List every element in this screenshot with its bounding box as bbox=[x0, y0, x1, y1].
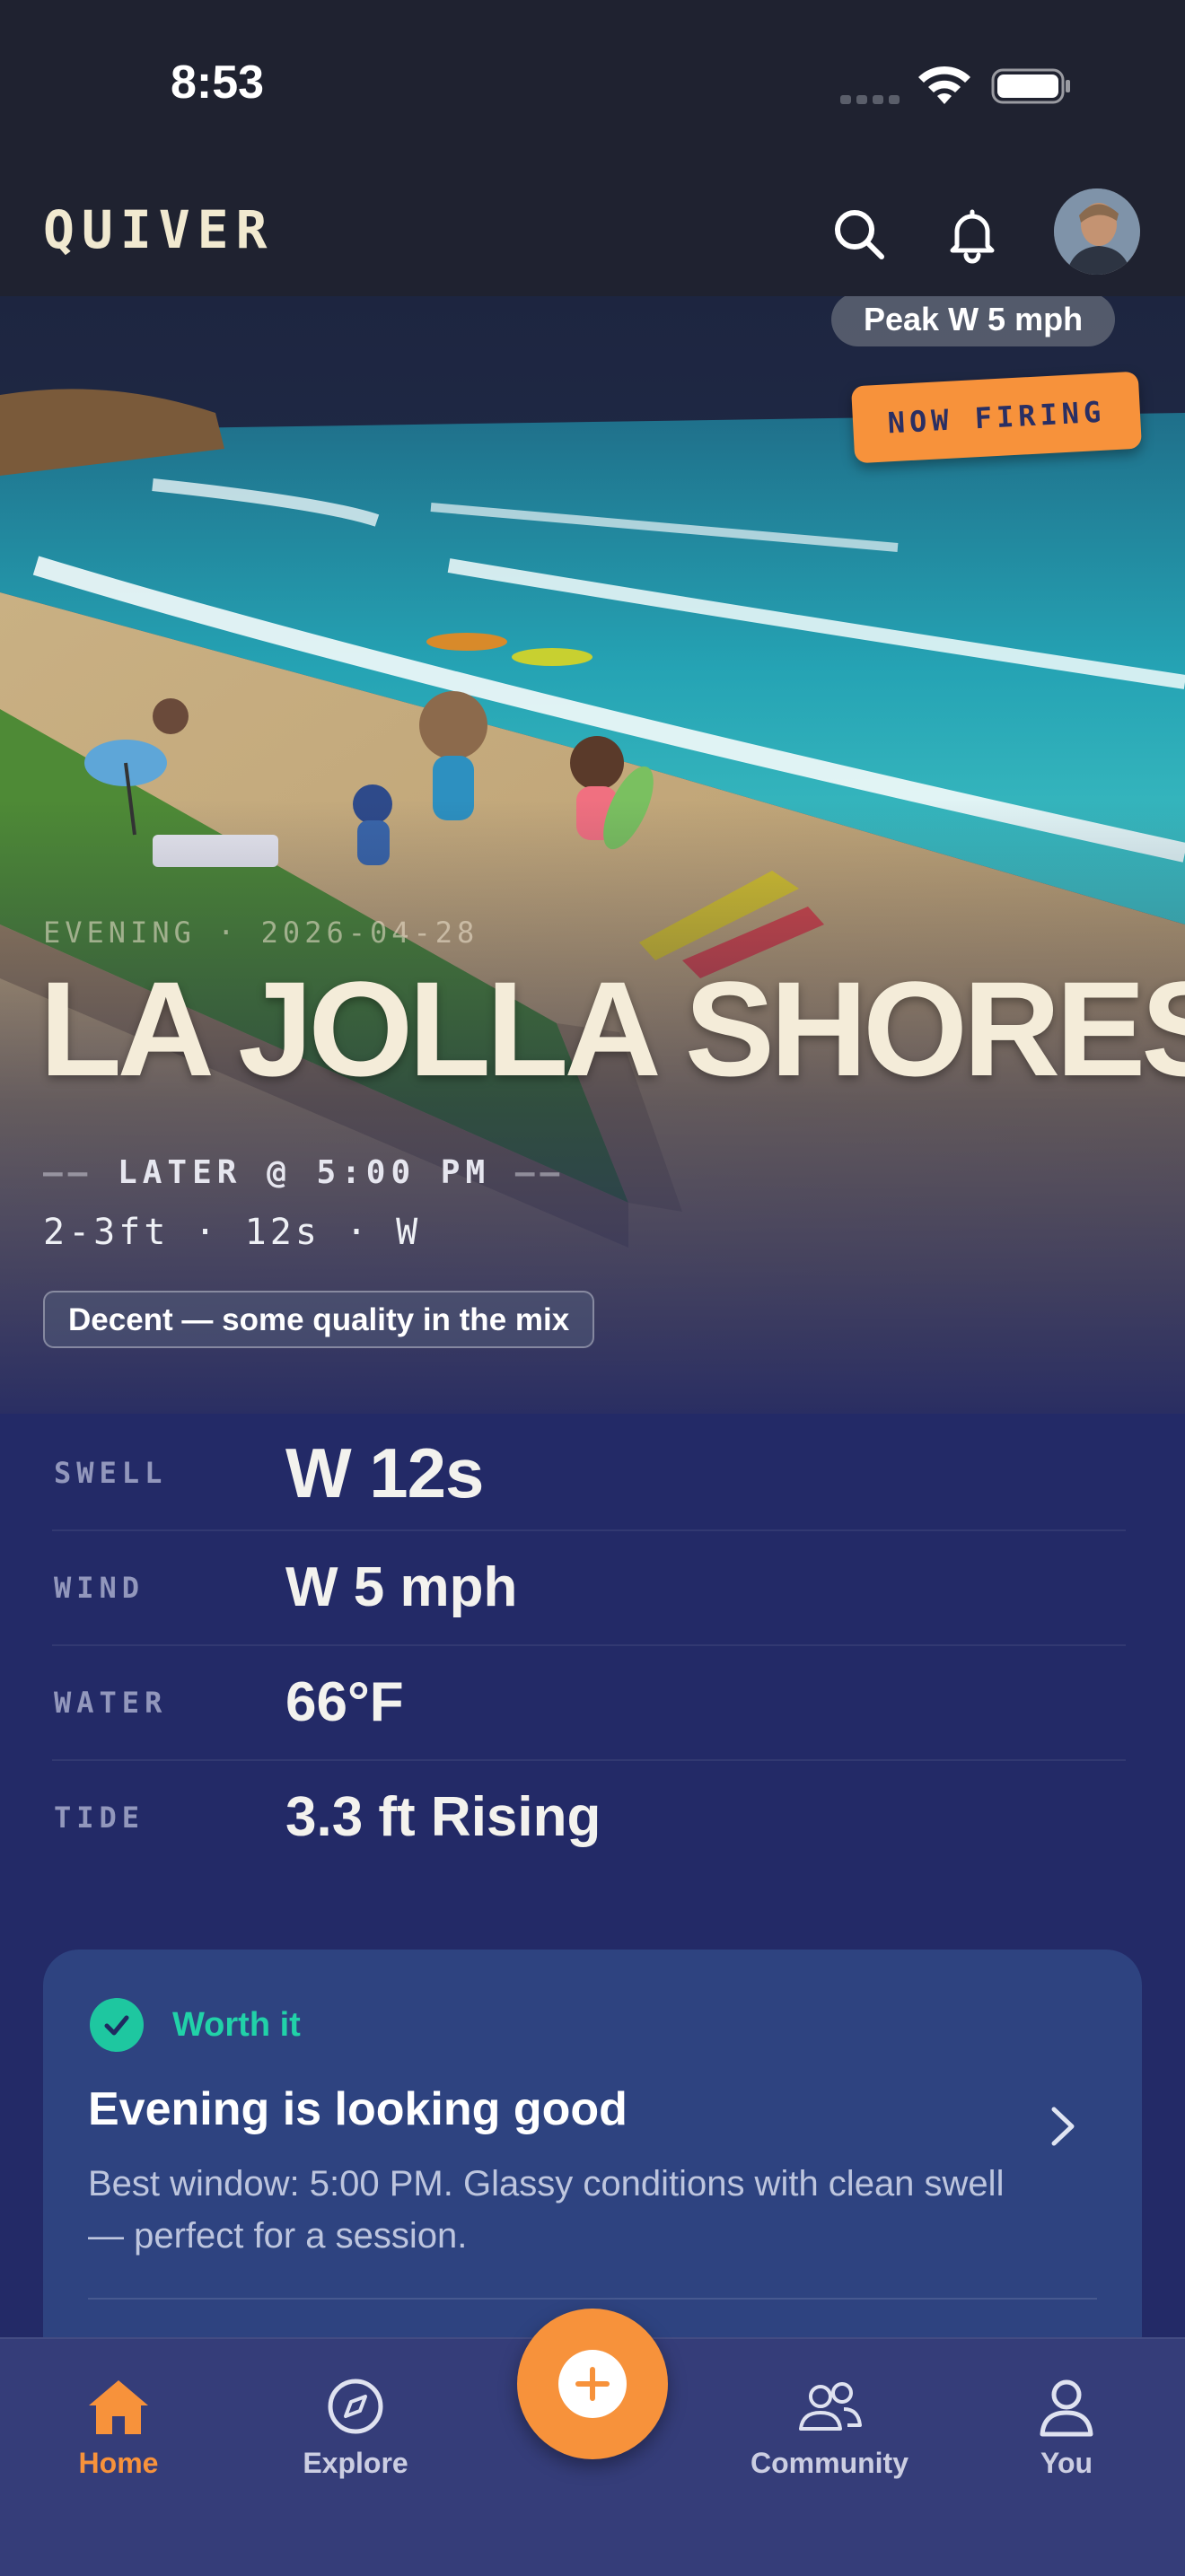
avatar[interactable] bbox=[1054, 188, 1140, 275]
condition-row-wind: WIND W 5 mph bbox=[52, 1531, 1126, 1646]
bell-icon[interactable] bbox=[941, 203, 1004, 266]
condition-label: WIND bbox=[54, 1571, 145, 1605]
tab-home[interactable]: Home bbox=[29, 2375, 208, 2480]
surf-summary: 2-3ft · 12s · W bbox=[43, 1212, 422, 1253]
condition-value: W 5 mph bbox=[285, 1556, 518, 1618]
later-time: LATER @ 5:00 PM bbox=[118, 1154, 491, 1191]
tab-label: Explore bbox=[303, 2447, 408, 2479]
peak-wind-chip: Peak W 5 mph bbox=[831, 296, 1116, 346]
compass-icon bbox=[328, 2379, 383, 2434]
condition-label: TIDE bbox=[54, 1801, 145, 1835]
status-bar: 8:53 bbox=[0, 0, 1185, 171]
home-icon bbox=[89, 2380, 148, 2434]
card-divider bbox=[88, 2298, 1097, 2300]
verdict-label: Worth it bbox=[172, 2005, 301, 2044]
tab-label: Home bbox=[78, 2447, 159, 2479]
battery-icon bbox=[991, 68, 1070, 104]
person-icon bbox=[1040, 2379, 1093, 2437]
verdict-row: Worth it bbox=[90, 1998, 301, 2052]
spot-hero[interactable]: Peak W 5 mph NOW FIRING EVENING · 2026-0… bbox=[0, 296, 1185, 1414]
later-prefix-dash: —— bbox=[43, 1154, 93, 1191]
cellular-signal-icon bbox=[840, 95, 900, 104]
tab-explore[interactable]: Explore bbox=[266, 2375, 445, 2480]
brand-logo: QUIVER bbox=[43, 199, 275, 260]
condition-value: W 12s bbox=[285, 1433, 484, 1512]
conditions-list: SWELL W 12s WIND W 5 mph WATER 66°F TIDE… bbox=[52, 1416, 1126, 1874]
condition-value: 3.3 ft Rising bbox=[285, 1786, 601, 1848]
tab-community[interactable]: Community bbox=[740, 2375, 919, 2480]
wifi-icon bbox=[918, 66, 970, 104]
later-suffix-dash: —— bbox=[514, 1154, 566, 1191]
condition-label: SWELL bbox=[54, 1456, 168, 1490]
condition-row-swell: SWELL W 12s bbox=[52, 1416, 1126, 1531]
condition-row-water: WATER 66°F bbox=[52, 1646, 1126, 1761]
status-time: 8:53 bbox=[171, 57, 265, 109]
add-session-button[interactable] bbox=[517, 2309, 668, 2459]
quality-badge: Decent — some quality in the mix bbox=[43, 1291, 595, 1348]
later-forecast-header: —— LATER @ 5:00 PM —— bbox=[43, 1154, 565, 1191]
tab-label: You bbox=[1040, 2447, 1093, 2479]
condition-row-tide: TIDE 3.3 ft Rising bbox=[52, 1761, 1126, 1874]
spot-name: LA JOLLA SHORES bbox=[40, 953, 1185, 1104]
app-header: QUIVER bbox=[0, 171, 1185, 296]
condition-value: 66°F bbox=[285, 1671, 404, 1733]
plus-icon bbox=[558, 2350, 627, 2418]
card-title: Evening is looking good bbox=[88, 2083, 628, 2135]
card-description: Best window: 5:00 PM. Glassy conditions … bbox=[88, 2164, 1005, 2256]
condition-label: WATER bbox=[54, 1686, 168, 1720]
tab-you[interactable]: You bbox=[977, 2375, 1156, 2480]
tab-label: Community bbox=[750, 2447, 908, 2479]
search-icon[interactable] bbox=[828, 203, 891, 266]
chevron-right-icon bbox=[1051, 2107, 1075, 2146]
session-date: EVENING · 2026-04-28 bbox=[43, 916, 479, 950]
check-circle-icon bbox=[90, 1998, 144, 2052]
now-firing-badge: NOW FIRING bbox=[850, 371, 1143, 464]
people-icon bbox=[799, 2382, 862, 2431]
